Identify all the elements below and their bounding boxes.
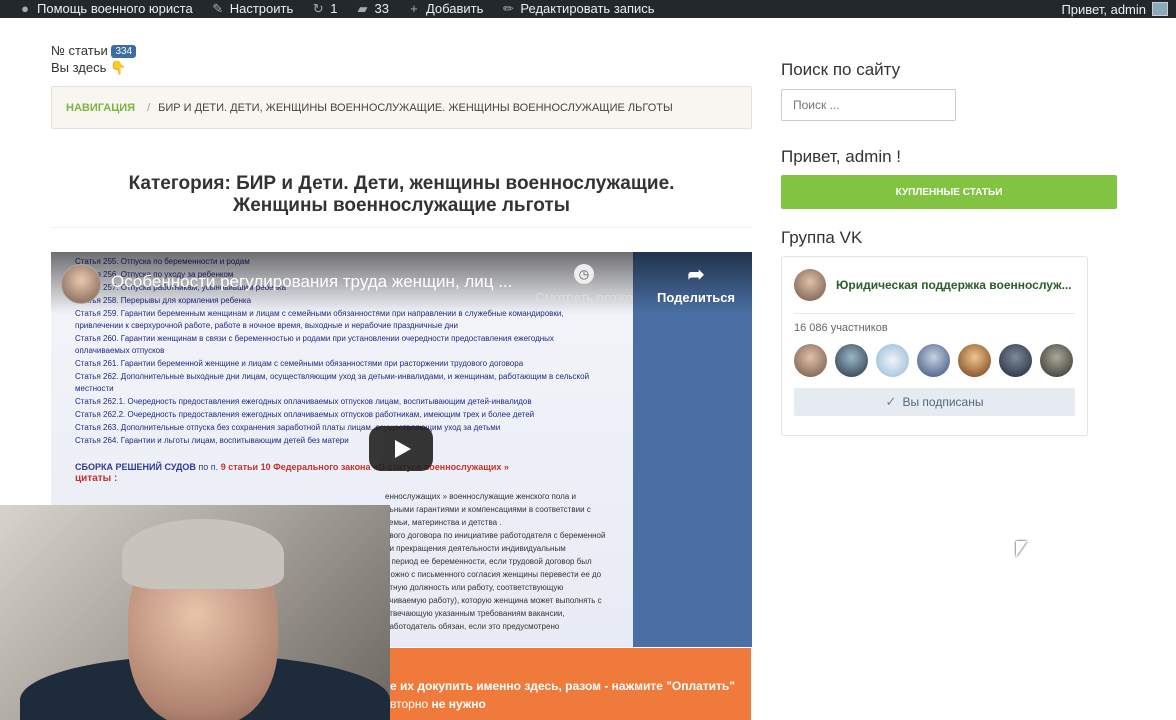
doc-collection-a: СБОРКА РЕШЕНИЙ СУДОВ xyxy=(75,462,196,472)
main-content: № статьи 334 Вы здесь 👇 Навигация / БИР … xyxy=(51,18,752,228)
promo-line-1: е их докупить именно здесь, разом - нажм… xyxy=(390,679,735,693)
article-number-label: № статьи xyxy=(51,43,108,58)
quote-line: нтную должность или работу, соответствую… xyxy=(385,583,564,592)
check-icon: ✓ xyxy=(885,394,897,409)
promo-line-2b: не нужно xyxy=(431,697,486,711)
search-input[interactable] xyxy=(781,89,956,121)
webcam-overlay xyxy=(0,505,390,720)
vk-member-avatars xyxy=(794,344,1075,377)
quote-line: еннослужащих » военнослужащие женского п… xyxy=(385,492,576,501)
pencil-icon: ✏ xyxy=(502,1,514,16)
share-arrow-icon: ➦ xyxy=(687,264,705,286)
admin-bar: ● Помощь военного юриста ✎ Настроить ↻ 1… xyxy=(0,0,1176,18)
share-button[interactable]: ➦ Поделиться xyxy=(651,264,741,305)
quote-line: ии прекращения деятельности индивидуальн… xyxy=(385,544,566,553)
dashboard-icon: ● xyxy=(21,1,29,16)
breadcrumb-separator: / xyxy=(147,101,151,114)
vk-subscribed-label: Вы подписаны xyxy=(902,395,984,409)
updates-icon: ↻ xyxy=(312,1,324,16)
admin-greeting: Привет, admin xyxy=(1061,1,1146,17)
vk-members-count: 16 086 участников xyxy=(794,322,888,334)
doc-collection-heading: СБОРКА РЕШЕНИЙ СУДОВ по п. 9 статьи 10 Ф… xyxy=(75,461,609,473)
doc-line: Статья 262.2. Очередность предоставления… xyxy=(75,410,535,419)
admin-add-label: Добавить xyxy=(425,1,484,16)
doc-collection-b: по п. xyxy=(198,462,219,472)
member-avatar[interactable] xyxy=(794,344,827,377)
doc-collection-c: 9 статьи 10 Федерального закона «О стату… xyxy=(220,462,509,472)
quote-line: работодатель обязан, если это предусмотр… xyxy=(385,622,560,631)
vk-group-widget: Юридическая поддержка военнослуж... 16 0… xyxy=(781,256,1088,436)
promo-banner: е их докупить именно здесь, разом - нажм… xyxy=(390,648,751,720)
admin-avatar xyxy=(1152,2,1168,16)
quote-line: отвечающую указанным требованиям ваканси… xyxy=(385,609,565,618)
admin-site-label: Помощь военного юриста xyxy=(37,1,193,16)
admin-edit-label: Редактировать запись xyxy=(520,1,655,16)
vk-group-avatar[interactable] xyxy=(794,269,826,301)
member-avatar[interactable] xyxy=(917,344,950,377)
member-avatar[interactable] xyxy=(958,344,991,377)
member-avatar[interactable] xyxy=(835,344,868,377)
purchased-articles-button[interactable]: Купленные статьи xyxy=(781,175,1117,209)
member-avatar[interactable] xyxy=(1040,344,1073,377)
promo-line-2a: вторно xyxy=(390,697,432,711)
admin-account[interactable]: Привет, admin xyxy=(1061,0,1168,18)
you-are-here-label: Вы здесь xyxy=(51,60,107,75)
admin-edit-link[interactable]: ✏ Редактировать запись xyxy=(501,0,655,18)
video-title[interactable]: Особенности регулирования труда женщин, … xyxy=(111,272,521,292)
quote-line: льными гарантиями и компенсациями в соот… xyxy=(385,505,591,514)
channel-avatar[interactable] xyxy=(61,264,101,304)
mouse-cursor-icon xyxy=(1016,541,1027,557)
greeting-title: Привет, admin ! xyxy=(781,147,901,166)
admin-site-link[interactable]: ● Помощь военного юриста xyxy=(18,0,193,18)
brush-icon: ✎ xyxy=(212,1,224,16)
admin-comments-link[interactable]: ▰ 33 xyxy=(355,0,388,18)
watch-later-button[interactable]: ◷ Смотреть позже xyxy=(529,264,639,305)
admin-customize-label: Настроить xyxy=(229,1,294,16)
webcam-hair xyxy=(122,519,284,589)
quote-line: в период ее беременности, если трудовой … xyxy=(385,557,592,566)
admin-customize-link[interactable]: ✎ Настроить xyxy=(211,0,294,18)
admin-comments-count: 33 xyxy=(374,1,389,16)
plus-icon: + xyxy=(410,1,418,16)
article-number-badge: 334 xyxy=(111,45,137,58)
doc-line: Статья 262.1. Очередность предоставления… xyxy=(75,397,532,406)
pointing-hand-icon: 👇 xyxy=(110,60,127,75)
member-avatar[interactable] xyxy=(876,344,909,377)
breadcrumb: Навигация / БИР и Дети. Дети, женщины во… xyxy=(51,86,752,129)
doc-quote-lines: еннослужащих » военнослужащие женского п… xyxy=(385,491,609,633)
admin-add-link[interactable]: + Добавить xyxy=(407,0,483,18)
vk-group-name[interactable]: Юридическая поддержка военнослуж... xyxy=(836,278,1072,292)
quote-line: семьи, материнства и детства . xyxy=(385,518,502,527)
doc-line: Статья 260. Гарантии женщинам в связи с … xyxy=(75,334,554,355)
article-meta: № статьи 334 Вы здесь 👇 xyxy=(51,42,752,76)
doc-line: Статья 262. Дополнительные выходные дни … xyxy=(75,372,590,393)
share-label: Поделиться xyxy=(656,290,736,305)
admin-updates-link[interactable]: ↻ 1 xyxy=(311,0,338,18)
doc-line: Статья 264. Гарантии и льготы лицам, вос… xyxy=(75,436,349,445)
page-title: Категория: БИР и Дети. Дети, женщины вое… xyxy=(51,173,752,228)
member-avatar[interactable] xyxy=(999,344,1032,377)
quote-line: ового договора по инициативе работодател… xyxy=(385,531,606,540)
comment-icon: ▰ xyxy=(357,1,368,16)
admin-updates-count: 1 xyxy=(330,1,338,16)
doc-quotes-heading: цитаты : xyxy=(75,473,118,484)
breadcrumb-navigation-link[interactable]: Навигация xyxy=(66,102,135,114)
doc-line: Статья 261. Гарантии беременной женщине … xyxy=(75,359,524,368)
vk-group-header[interactable]: Юридическая поддержка военнослуж... xyxy=(794,269,1075,314)
clock-icon: ◷ xyxy=(574,264,594,284)
sidebar: Поиск по сайту Привет, admin ! Купленные… xyxy=(781,18,1117,436)
vk-widget-title: Группа VK xyxy=(781,228,863,247)
play-button[interactable] xyxy=(369,426,433,471)
doc-line: Статья 263. Дополнительные отпуска без с… xyxy=(75,423,501,432)
quote-line: ачиваемую работу), которую женщина может… xyxy=(385,596,602,605)
vk-subscribed-button[interactable]: ✓ Вы подписаны xyxy=(794,388,1075,416)
quote-line: можно с письменного согласия женщины пер… xyxy=(385,570,602,579)
search-widget-title: Поиск по сайту xyxy=(781,60,901,79)
breadcrumb-current: БИР и Дети. Дети, женщины военнослужащие… xyxy=(158,101,673,114)
watch-later-label: Смотреть позже xyxy=(535,290,633,305)
